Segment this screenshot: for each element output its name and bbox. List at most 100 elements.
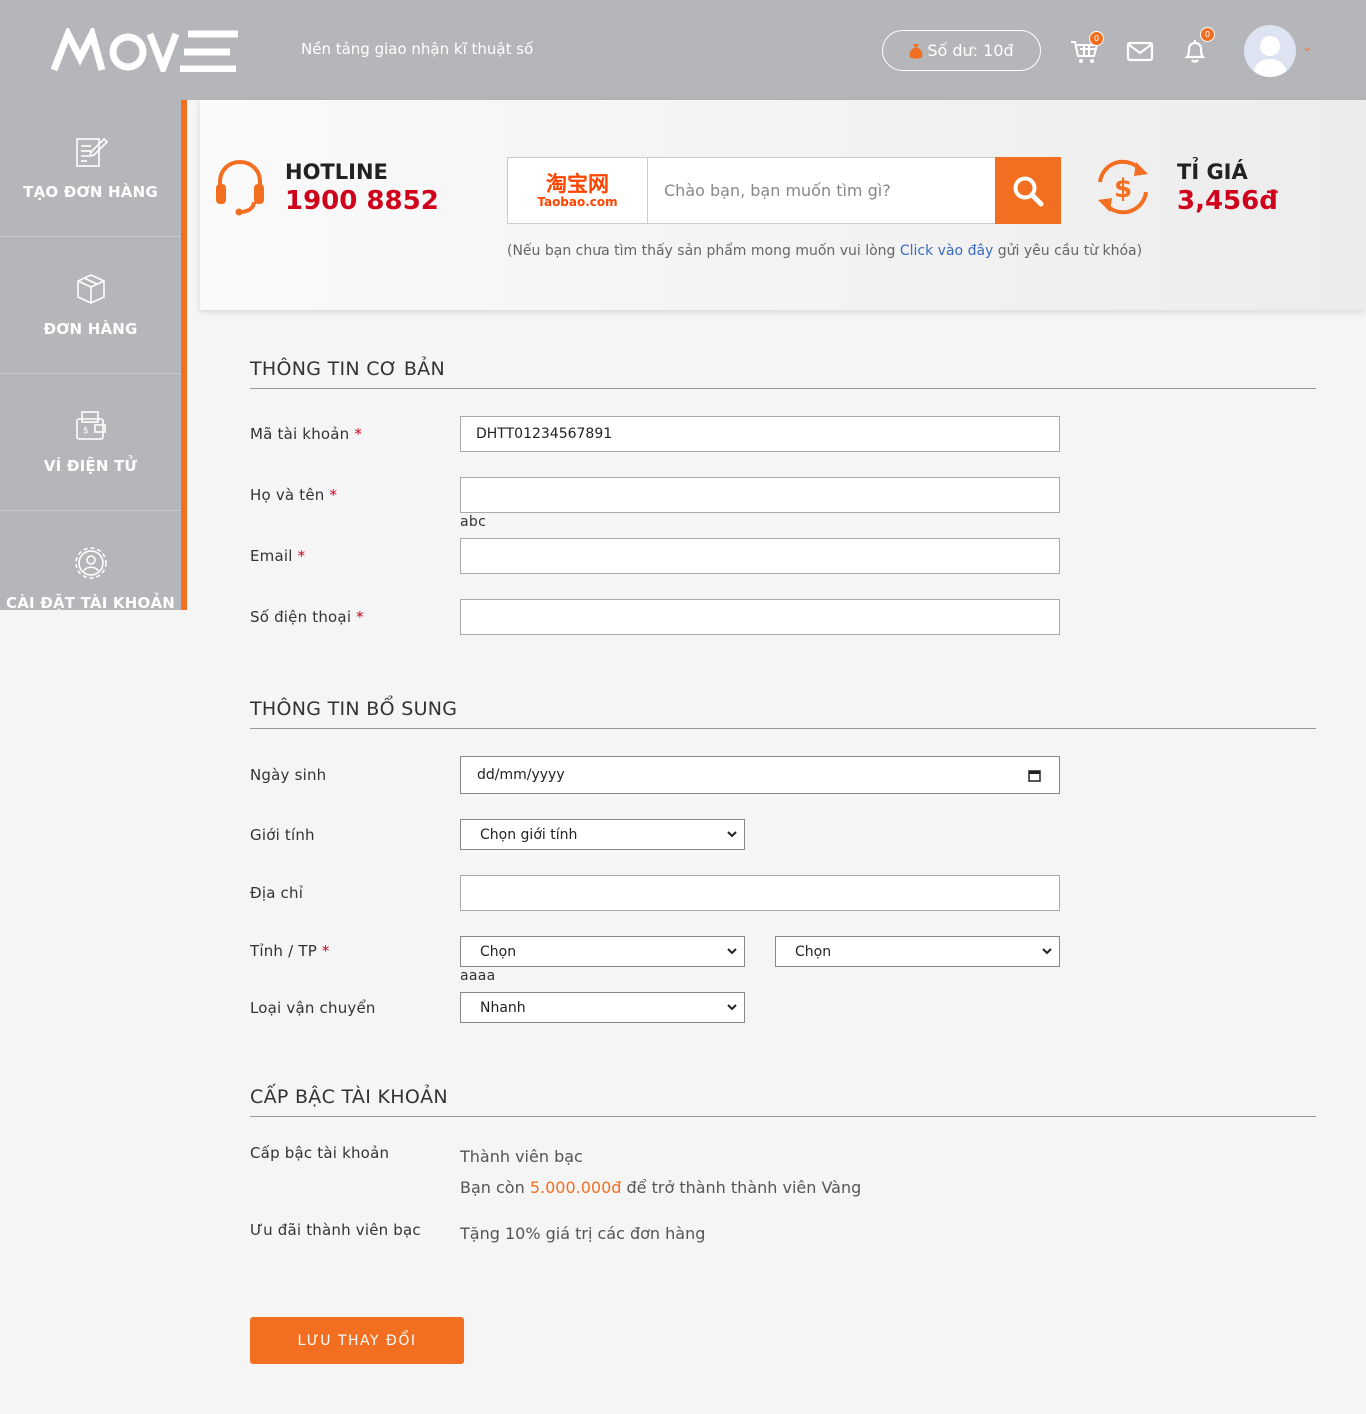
search-note-prefix: (Nếu bạn chưa tìm thấy sản phẩm mong muố… [507,243,900,259]
settings-user-icon [74,547,107,579]
province-selected: Chọn [480,943,517,960]
tier-value: Thành viên bạc [460,1147,583,1166]
sidebar: TẠO ĐƠN HÀNG ĐƠN HÀNG $ VÍ ĐIỆN TỬ CÀI Đ… [0,100,187,610]
edit-note-icon [75,137,108,167]
dob-label: Ngày sinh [250,766,327,784]
section-title-tier: CẤP BẬC TÀI KHOẢN [250,1086,448,1108]
taobao-logo-cn: 淘宝网 [546,171,609,196]
dob-placeholder: dd/mm/yyyy [477,767,565,783]
headset-icon [216,159,264,216]
district-select[interactable]: Chọn [775,936,1060,967]
save-button[interactable]: LƯU THAY ĐỔI [250,1317,464,1364]
package-box-icon [76,274,105,304]
wallet-icon: $ [75,411,106,440]
account-id-label: Mã tài khoản * [250,425,362,443]
tier-progress-suffix: để trở thành thành viên Vàng [621,1178,862,1197]
calendar-icon[interactable] [1028,769,1041,782]
fullname-label-text: Họ và tên [250,486,325,504]
sidebar-item-create-order[interactable]: TẠO ĐƠN HÀNG [0,100,181,237]
benefit-value: Tặng 10% giá trị các đơn hàng [460,1224,706,1243]
account-id-label-text: Mã tài khoản [250,425,350,443]
rate-label: TỈ GIÁ [1177,160,1248,184]
address-field[interactable] [460,875,1060,911]
sidebar-item-label: TẠO ĐƠN HÀNG [23,183,158,201]
email-label: Email * [250,547,305,565]
gender-selected: Chọn giới tính [480,826,578,843]
tier-progress: Bạn còn 5.000.000đ để trở thành thành vi… [460,1178,861,1197]
shipping-select[interactable]: Nhanh [460,992,745,1023]
svg-text:$: $ [83,426,89,436]
province-label: Tỉnh / TP * [250,942,330,960]
province-select[interactable]: Chọn [460,936,745,967]
sidebar-item-account-settings[interactable]: CÀI ĐẶT TÀI KHOẢN [0,511,181,610]
balance-button[interactable]: Số dư: 10đ [882,30,1041,71]
phone-field[interactable] [460,599,1060,635]
cart-badge: 0 [1089,31,1104,46]
taobao-logo-en: Taobao.com [537,194,618,209]
user-avatar[interactable] [1244,25,1296,77]
chevron-down-icon [1042,948,1052,955]
shipping-selected: Nhanh [480,999,526,1016]
email-label-text: Email [250,547,293,565]
sidebar-item-label: CÀI ĐẶT TÀI KHOẢN [5,594,176,610]
exchange-rate-icon: $ [1098,159,1148,215]
province-hint: aaaa [460,968,496,984]
chevron-down-icon [727,948,737,955]
account-id-field[interactable] [460,416,1060,452]
address-label: Địa chỉ [250,884,304,902]
search-note-suffix: gửi yêu cầu từ khóa) [993,243,1143,259]
svg-text:$: $ [1114,174,1132,204]
tier-label: Cấp bậc tài khoản [250,1144,390,1162]
section-title-basic-info: THÔNG TIN CƠ BẢN [250,358,445,380]
hotline-label: HOTLINE [285,160,388,184]
header-tagline: Nền tảng giao nhận kĩ thuật số [301,40,534,58]
mail-icon[interactable] [1125,36,1155,66]
top-header: Nền tảng giao nhận kĩ thuật số Số dư: 10… [0,0,1366,100]
taobao-logo[interactable]: 淘宝网 Taobao.com [508,158,648,223]
move-logo[interactable] [50,28,242,72]
benefit-label: Ưu đãi thành viên bạc [250,1221,421,1239]
user-silhouette-icon [1252,36,1288,77]
province-label-text: Tỉnh / TP [250,942,317,960]
tier-progress-prefix: Bạn còn [460,1178,530,1197]
search-banner: HOTLINE 1900 8852 淘宝网 Taobao.com (Nếu bạ… [200,100,1366,310]
search-input[interactable] [649,158,994,223]
district-selected: Chọn [795,943,832,960]
search-box: 淘宝网 Taobao.com [507,157,1061,224]
chevron-down-icon[interactable]: ⌄ [1302,40,1312,54]
sidebar-item-label: ĐƠN HÀNG [43,320,138,338]
section-title-extra-info: THÔNG TIN BỔ SUNG [250,698,458,720]
money-bag-icon [909,43,923,58]
section-divider [250,1116,1316,1117]
gender-label: Giới tính [250,826,315,844]
required-mark: * [354,425,363,443]
chevron-down-icon [727,1004,737,1011]
search-note: (Nếu bạn chưa tìm thấy sản phẩm mong muố… [507,243,1142,259]
required-mark: * [356,608,364,626]
rate-value: 3,456đ [1177,186,1278,216]
phone-label: Số điện thoại * [250,608,364,626]
fullname-field[interactable] [460,477,1060,513]
required-mark: * [329,486,338,504]
section-divider [250,388,1316,389]
sidebar-item-label: VÍ ĐIỆN TỬ [43,457,138,475]
hotline-number[interactable]: 1900 8852 [285,186,439,216]
sidebar-item-wallet[interactable]: $ VÍ ĐIỆN TỬ [0,374,181,511]
balance-text: Số dư: 10đ [927,41,1014,60]
email-field[interactable] [460,538,1060,574]
required-mark: * [297,547,306,565]
search-icon [1013,176,1044,206]
chevron-down-icon [727,831,737,838]
fullname-hint: abc [460,514,487,530]
request-keyword-link[interactable]: Click vào đây [900,243,993,259]
shipping-label: Loại vận chuyển [250,999,376,1017]
gender-select[interactable]: Chọn giới tính [460,819,745,850]
sidebar-item-orders[interactable]: ĐƠN HÀNG [0,237,181,374]
notification-badge: 0 [1200,27,1215,42]
section-divider [250,728,1316,729]
tier-progress-amount: 5.000.000đ [529,1178,622,1197]
required-mark: * [321,942,330,960]
phone-label-text: Số điện thoại [250,608,352,626]
dob-field[interactable]: dd/mm/yyyy [460,756,1060,794]
search-button[interactable] [995,157,1061,224]
